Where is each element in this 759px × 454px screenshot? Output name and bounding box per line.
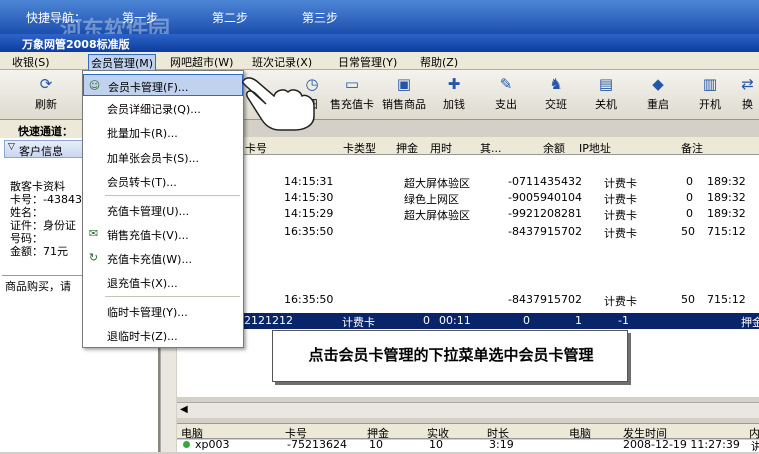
- recharge-icon: ↻: [88, 251, 99, 264]
- col-card-number[interactable]: 卡号: [245, 140, 267, 156]
- shift-icon: ♞: [549, 75, 563, 93]
- table-row[interactable]: 14:15:29 超大屏体验区 -9921208281 计费卡 0 189:32: [177, 206, 759, 222]
- menu-item-refund-temp-card[interactable]: 退临时卡(Z)...: [83, 324, 243, 346]
- collapse-chevron-icon: ▽: [8, 142, 15, 152]
- refresh-icon: ⟳: [39, 75, 53, 93]
- window-title: 万象网管2008标准版: [22, 38, 130, 51]
- col-used-time[interactable]: 用时: [430, 140, 452, 156]
- restart-icon: ◆: [652, 75, 664, 93]
- expense-button[interactable]: ✎ 支出: [484, 74, 528, 116]
- menu-daily-management[interactable]: 日常管理(Y): [338, 54, 397, 70]
- col-other[interactable]: 其...: [480, 140, 502, 156]
- col-card-type[interactable]: 卡类型: [343, 140, 376, 156]
- refresh-button[interactable]: ⟳ 刷新: [24, 74, 68, 116]
- menu-item-member-card-management[interactable]: ☺ 会员卡管理(F)...: [83, 74, 243, 96]
- shutdown-button[interactable]: ▤ 关机: [584, 74, 628, 116]
- sell-recharge-card-button[interactable]: ▭ 售充值卡: [330, 74, 374, 116]
- bottom-table-row[interactable]: xp003 -75213624 10 10 3:19 2008-12-19 11…: [177, 438, 759, 453]
- col-deposit[interactable]: 押金: [396, 140, 418, 156]
- restart-button[interactable]: ◆ 重启: [636, 74, 680, 116]
- table-row[interactable]: 14:15:30 绿色上网区 -9005940104 计费卡 0 189:32: [177, 190, 759, 206]
- grid-header: 卡号 卡类型 押金 用时 其... 余额 IP地址 备注: [177, 137, 759, 155]
- window-title-bar: 万象网管2008标准版: [0, 34, 759, 52]
- menu-item-recharge-card-topup[interactable]: ↻ 充值卡充值(W)...: [83, 247, 243, 269]
- menu-item-recharge-card-management[interactable]: 充值卡管理(U)...: [83, 199, 243, 221]
- scroll-left-arrow-icon[interactable]: ◀: [180, 404, 188, 415]
- menu-item-member-transfer-card[interactable]: 会员转卡(T)...: [83, 170, 243, 192]
- col-ip-address[interactable]: IP地址: [579, 140, 611, 156]
- menu-help[interactable]: 帮助(Z): [420, 54, 458, 70]
- menu-item-refund-recharge-card[interactable]: 退充值卡(X)...: [83, 271, 243, 293]
- col-computer-2[interactable]: 电脑: [569, 425, 591, 441]
- expense-icon: ✎: [499, 75, 513, 93]
- table-row[interactable]: 16:35:50 -8437915702 计费卡 50 715:12: [177, 224, 759, 240]
- member-management-dropdown: ☺ 会员卡管理(F)... 会员详细记录(Q)... 批量加卡(R)... 加单…: [82, 70, 244, 348]
- table-row[interactable]: 16:35:50 -8437915702 计费卡 50 715:12: [177, 292, 759, 308]
- guide-step-3[interactable]: 第三步: [302, 9, 338, 26]
- pointing-hand-icon: [241, 77, 315, 131]
- bottom-grid-header: 电脑 卡号 押金 实收 时长 电脑 发生时间 内: [177, 423, 759, 441]
- selected-table-row[interactable]: 2121212 计费卡 0 00:11 0 1 -1 押金: [177, 313, 759, 329]
- box-icon: ▣: [396, 75, 412, 93]
- swap-button[interactable]: ⇄ 换: [736, 74, 759, 116]
- table-row[interactable]: 14:15:31 超大屏体验区 -0711435432 计费卡 0 189:32: [177, 174, 759, 190]
- online-status-icon: [183, 441, 190, 448]
- add-money-button[interactable]: ✚ 加钱: [432, 74, 476, 116]
- menu-netbar-market[interactable]: 网吧超市(W): [170, 54, 233, 70]
- member-icon: ☺: [88, 79, 101, 92]
- sell-goods-button[interactable]: ▣ 销售商品: [382, 74, 426, 116]
- menu-item-add-single-member-card[interactable]: 加单张会员卡(S)...: [83, 146, 243, 168]
- menu-item-member-detail-records[interactable]: 会员详细记录(Q)...: [83, 97, 243, 119]
- menu-bar: 收银(S) 会员管理(M) 网吧超市(W) 班次记录(X) 日常管理(Y) 帮助…: [0, 52, 759, 72]
- shutdown-icon: ▤: [598, 75, 614, 93]
- col-balance[interactable]: 余额: [543, 140, 565, 156]
- col-remark[interactable]: 备注: [681, 140, 703, 156]
- guide-step-2[interactable]: 第二步: [212, 9, 248, 26]
- menu-shift-records[interactable]: 班次记录(X): [252, 54, 312, 70]
- menu-item-temp-card-management[interactable]: 临时卡管理(Y)...: [83, 300, 243, 322]
- horizontal-scrollbar[interactable]: ◀: [177, 402, 759, 418]
- menu-item-sell-recharge-card[interactable]: ✉ 销售充值卡(V)...: [83, 223, 243, 245]
- power-on-icon: ▥: [702, 75, 718, 93]
- shift-handover-button[interactable]: ♞ 交班: [534, 74, 578, 116]
- instruction-callout: 点击会员卡管理的下拉菜单选中会员卡管理: [272, 330, 628, 382]
- power-on-button[interactable]: ▥ 开机: [688, 74, 732, 116]
- sell-card-icon: ✉: [88, 227, 99, 240]
- card-icon: ▭: [344, 75, 360, 93]
- swap-icon: ⇄: [741, 75, 754, 93]
- menu-separator: [105, 296, 240, 297]
- menu-separator: [105, 195, 240, 196]
- add-money-icon: ✚: [447, 75, 461, 93]
- menu-cashier[interactable]: 收银(S): [12, 54, 50, 70]
- menu-item-batch-add-card[interactable]: 批量加卡(R)...: [83, 121, 243, 143]
